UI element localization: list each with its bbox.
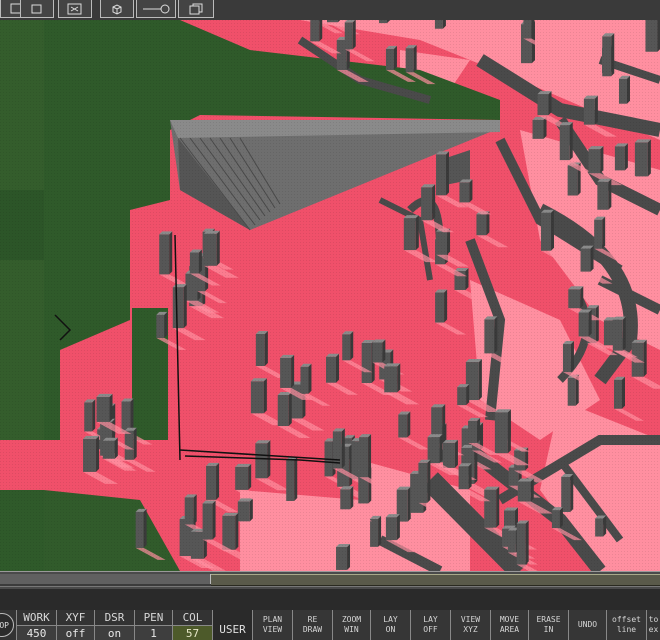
work-label: WORK — [17, 610, 56, 626]
col-value: 57 — [173, 626, 212, 640]
plan-view-label: PLAN VIEW — [262, 615, 283, 634]
3d-map-viewport[interactable] — [0, 20, 660, 571]
view-xyz-label: VIEW XYZ — [460, 615, 481, 634]
xyf-value: off — [57, 626, 94, 640]
dsr-cell[interactable]: DSR on — [94, 610, 134, 640]
erase-in-label: ERASE IN — [536, 615, 561, 634]
lay-on-label: LAY ON — [383, 615, 398, 634]
user-button[interactable]: USER — [212, 610, 252, 640]
work-cell[interactable]: WORK 450 — [16, 610, 56, 640]
work-value: 450 — [17, 626, 56, 640]
redraw-button[interactable]: RE DRAW — [292, 610, 332, 640]
tool-button-6[interactable] — [178, 0, 214, 18]
zoom-win-button[interactable]: ZOOM WIN — [332, 610, 370, 640]
lay-off-button[interactable]: LAY OFF — [410, 610, 450, 640]
pen-cell[interactable]: PEN 1 — [134, 610, 172, 640]
plan-view-button[interactable]: PLAN VIEW — [252, 610, 292, 640]
dither-overlay — [0, 20, 660, 571]
square-small-icon — [31, 4, 42, 13]
line-circle-icon — [143, 4, 170, 13]
scroll-left-segment[interactable] — [0, 574, 211, 584]
to-ex-button[interactable]: to ex — [646, 610, 660, 640]
horizontal-scrollbar[interactable] — [0, 571, 660, 589]
xyf-cell[interactable]: XYF off — [56, 610, 94, 640]
xyf-label: XYF — [57, 610, 94, 626]
lay-on-button[interactable]: LAY ON — [370, 610, 410, 640]
to-ex-label: to ex — [648, 615, 659, 634]
pen-value: 1 — [135, 626, 172, 640]
undo-button[interactable]: UNDO — [568, 610, 606, 640]
move-area-button[interactable]: MOVE AREA — [490, 610, 528, 640]
zoom-win-label: ZOOM WIN — [341, 615, 362, 634]
layers-icon — [189, 3, 203, 14]
pen-label: PEN — [135, 610, 172, 626]
col-label: COL — [173, 610, 212, 626]
offset-line-button[interactable]: offset line — [606, 610, 646, 640]
separator — [0, 589, 660, 610]
cube-icon — [112, 3, 122, 15]
dsr-label: DSR — [95, 610, 134, 626]
top-toolbar — [0, 0, 660, 21]
map-scene — [0, 20, 660, 571]
tool-button-2[interactable] — [20, 0, 54, 18]
erase-in-button[interactable]: ERASE IN — [528, 610, 568, 640]
scroll-thumb[interactable] — [211, 574, 660, 586]
col-cell[interactable]: COL 57 — [172, 610, 212, 640]
tool-button-4[interactable] — [100, 0, 134, 18]
view-xyz-button[interactable]: VIEW XYZ — [450, 610, 490, 640]
dsr-value: on — [95, 626, 134, 640]
lay-off-label: LAY OFF — [423, 615, 438, 634]
tool-button-5[interactable] — [136, 0, 176, 18]
undo-label: UNDO — [577, 620, 598, 629]
tool-button-3[interactable] — [58, 0, 92, 18]
move-area-label: MOVE AREA — [499, 615, 520, 634]
swap-icon — [67, 3, 82, 14]
offset-line-label: offset line — [612, 615, 641, 634]
command-bar: OP WORK 450 XYF off DSR on PEN 1 COL 57 … — [0, 610, 660, 640]
redraw-label: RE DRAW — [302, 615, 323, 634]
stop-button[interactable]: OP — [0, 613, 14, 637]
